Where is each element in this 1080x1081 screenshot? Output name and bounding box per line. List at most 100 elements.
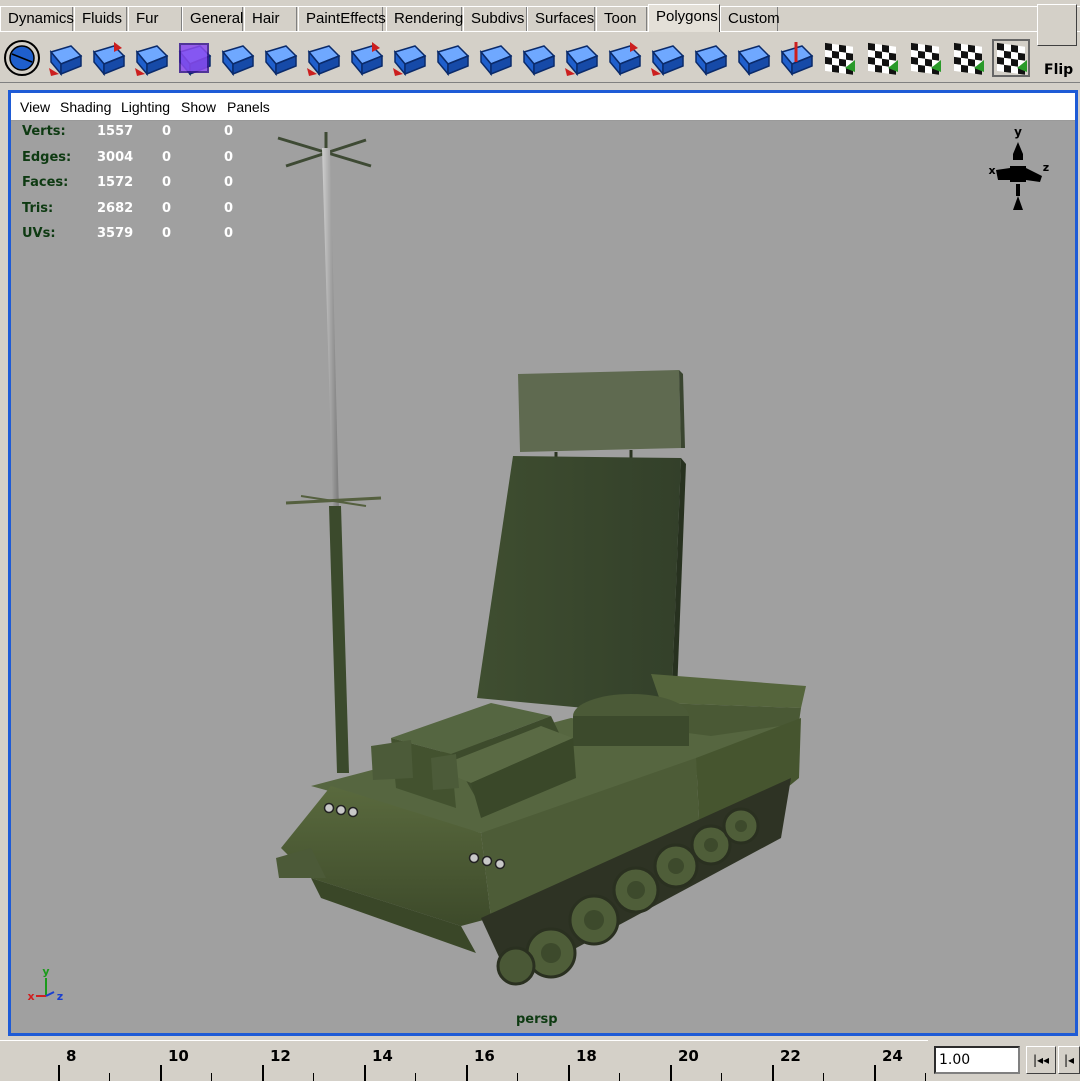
gizmo-y-label: y [42,966,49,978]
planar-mapping-icon[interactable] [776,38,816,78]
hud-value: 0 [162,226,172,241]
gizmo-x-label: x [27,990,34,1003]
spherical-mapping-icon[interactable] [905,38,945,78]
hud-value: 1557 [97,124,134,139]
extract-icon[interactable] [45,38,85,78]
timeline-tick [466,1065,468,1081]
timeline-tick-label: 8 [66,1047,77,1065]
hud-row-edges: Edges: 3004 0 0 [22,150,262,176]
polygon-sphere-icon[interactable] [2,38,42,78]
poly-count-hud: Verts: 1557 0 0 Edges: 3004 0 0 Faces: 1… [22,124,262,252]
hud-value: 0 [162,124,172,139]
timeline-tick-label: 10 [168,1047,189,1065]
timeline-tick [160,1065,162,1081]
extrude-edge-icon[interactable] [303,38,343,78]
hud-label: Faces: [22,175,69,190]
antenna-mast [277,132,382,773]
automatic-mapping-icon[interactable] [819,38,859,78]
split-edge-icon[interactable] [561,38,601,78]
menu-view[interactable]: View [20,99,50,115]
menu-panels[interactable]: Panels [227,99,270,115]
hud-value: 0 [162,200,172,216]
shelf-tab-baseline [0,31,1080,32]
hud-row-faces: Faces: 1572 0 0 [22,175,262,201]
split-polygon-icon[interactable] [260,38,300,78]
menu-lighting[interactable]: Lighting [121,99,170,115]
tab-dynamics[interactable]: Dynamics [0,7,74,31]
tab-rendering[interactable]: Rendering [386,7,463,31]
shelf-top-edge [0,0,1080,7]
timeline-tick [772,1065,774,1081]
timeline-tick-label: 16 [474,1047,495,1065]
hud-value: 0 [224,200,234,216]
tab-hair[interactable]: Hair [244,7,297,31]
tab-subdivs[interactable]: Subdivs [463,7,527,31]
axis-gizmo-icon: y x z [27,966,63,1003]
timeline-tick [568,1065,570,1081]
timeline-tick-label: 20 [678,1047,699,1065]
menu-shading[interactable]: Shading [60,99,111,115]
cylindrical-mapping-icon[interactable] [862,38,902,78]
bridge-icon[interactable] [432,38,472,78]
timeline-tick [874,1065,876,1081]
tab-painteffects[interactable]: PaintEffects [298,7,386,31]
cube-icon[interactable] [174,38,214,78]
tab-surfaces[interactable]: Surfaces [527,7,595,31]
timeline-tick [670,1065,672,1081]
triangulate-icon[interactable] [647,38,687,78]
bevel-icon[interactable] [346,38,386,78]
go-to-start-button[interactable]: |◂◂ [1026,1046,1056,1074]
compass-y-label: y [1014,125,1022,139]
tab-general[interactable]: General [182,7,243,31]
timeline-tick-label: 12 [270,1047,291,1065]
sculpt-icon[interactable] [733,38,773,78]
merge-vertex-icon[interactable] [518,38,558,78]
timeline-tick-label: 18 [576,1047,597,1065]
flip-button[interactable] [1037,4,1077,46]
hud-value: 0 [162,149,172,165]
append-polygon-icon[interactable] [475,38,515,78]
separate-icon[interactable] [88,38,128,78]
tab-fluids[interactable]: Fluids [74,7,127,31]
hud-value: 3579 [97,226,134,241]
tab-polygons[interactable]: Polygons [648,4,720,32]
hud-value: 0 [224,149,234,165]
wedge-icon[interactable] [389,38,429,78]
extrude-face-icon[interactable] [217,38,257,78]
hud-value: 2682 [97,200,134,216]
radar-vehicle-model[interactable] [11,118,1075,1033]
timeline-tick [262,1065,264,1081]
gizmo-z-label: z [57,990,63,1003]
quadrangulate-icon[interactable] [690,38,730,78]
hud-row-tris: Tris: 2682 0 0 [22,201,262,227]
subdivide-icon[interactable] [604,38,644,78]
timeline-tick-label: 24 [882,1047,903,1065]
time-slider[interactable]: 8 10 12 14 16 18 20 22 24 [0,1040,928,1081]
panel-menu-bar: View Shading Lighting Show Panels [11,93,1075,121]
hud-value: 0 [224,226,234,241]
uv-snapshot-icon[interactable] [991,38,1031,78]
hud-value: 0 [162,175,172,190]
tab-toon[interactable]: Toon [596,7,647,31]
uv-texture-editor-icon[interactable] [948,38,988,78]
hud-value: 0 [224,175,234,190]
step-back-button[interactable]: |◂ [1058,1046,1080,1074]
hud-label: Tris: [22,200,54,216]
hud-value: 1572 [97,175,134,190]
hud-label: UVs: [22,226,56,241]
timeline-tick [364,1065,366,1081]
hud-value: 0 [224,124,234,139]
smooth-icon[interactable] [131,38,171,78]
compass-x-label: x [988,164,995,177]
camera-name-label: persp [516,1012,558,1027]
compass-z-label: z [1043,161,1049,174]
timeline-tick-label: 22 [780,1047,801,1065]
view-compass-icon[interactable]: y x z [982,124,1054,216]
shelf-tab-bar: Dynamics Fluids Fur General Hair PaintEf… [0,0,1080,34]
menu-show[interactable]: Show [181,99,216,115]
current-time-field[interactable] [934,1046,1020,1074]
flip-button-label: Flip [1044,62,1074,78]
hud-value: 3004 [97,149,134,165]
tab-custom[interactable]: Custom [720,7,780,31]
tab-fur[interactable]: Fur [128,7,182,31]
